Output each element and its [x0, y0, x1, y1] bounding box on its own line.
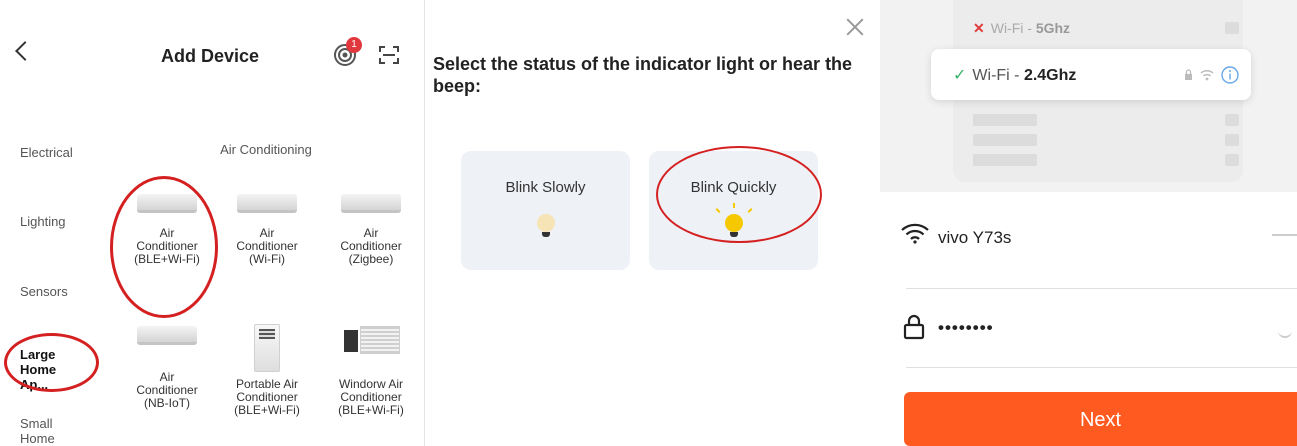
close-icon[interactable]: [844, 16, 866, 38]
cross-icon: ✕: [973, 20, 985, 36]
qr-scan-icon[interactable]: [379, 45, 399, 65]
lock-wifi-info-icons: [1185, 66, 1239, 84]
highlight-circle: [4, 333, 99, 392]
category-lighting[interactable]: Lighting: [20, 214, 66, 229]
password-field[interactable]: ••••••••: [938, 318, 994, 338]
device-portable-air-conditioner[interactable]: Portable Air Conditioner (BLE+Wi-Fi): [212, 324, 322, 417]
device-window-air-conditioner[interactable]: Windorw Air Conditioner (BLE+Wi-Fi): [316, 326, 424, 417]
add-device-screen: Add Device 1 Electrical Lighting Sensors…: [0, 0, 424, 446]
wifi-ssid-field[interactable]: vivo Y73s: [938, 228, 1011, 248]
check-icon: ✓: [953, 67, 967, 84]
highlight-circle: [656, 146, 822, 243]
air-conditioner-image: [237, 194, 297, 213]
field-divider: [906, 288, 1297, 289]
wifi-setup-screen: ✕ Wi-Fi - 5Ghz ✓ Wi-Fi - 2.4Ghz vivo Y73s …: [880, 0, 1297, 446]
portable-air-conditioner-image: [254, 324, 280, 372]
section-heading: Air Conditioning: [220, 142, 312, 157]
lock-icon: [903, 314, 925, 340]
wifi-5ghz-row: ✕ Wi-Fi - 5Ghz: [973, 20, 1071, 36]
bulb-off-icon: [537, 214, 555, 232]
next-button[interactable]: Next: [904, 392, 1297, 446]
device-air-conditioner-zigbee[interactable]: Air Conditioner (Zigbee): [316, 194, 424, 266]
air-conditioner-image: [137, 326, 197, 345]
highlight-circle: [110, 176, 218, 318]
category-sensors[interactable]: Sensors: [20, 284, 68, 299]
category-small-home-appliances[interactable]: Small Home Ap...: [20, 416, 82, 446]
page-title: Add Device: [160, 46, 260, 66]
back-arrow-icon[interactable]: [15, 41, 35, 61]
wifi-icon: [901, 223, 929, 244]
air-conditioner-image: [341, 194, 401, 213]
indicator-status-screen: Select the status of the indicator light…: [425, 0, 880, 446]
device-air-conditioner-nb-iot[interactable]: Air Conditioner (NB-IoT): [112, 326, 222, 410]
device-air-conditioner-wifi[interactable]: Air Conditioner (Wi-Fi): [212, 194, 322, 266]
switch-network-icon[interactable]: [1272, 234, 1297, 236]
notification-badge: 1: [346, 37, 362, 53]
instruction-text: Select the status of the indicator light…: [433, 54, 853, 96]
wifi-24ghz-row: ✓ Wi-Fi - 2.4Ghz: [931, 49, 1251, 100]
blink-slowly-option[interactable]: Blink Slowly: [461, 151, 630, 270]
category-electrical[interactable]: Electrical: [20, 145, 73, 160]
field-divider: [906, 367, 1297, 368]
window-air-conditioner-image: [344, 326, 400, 354]
